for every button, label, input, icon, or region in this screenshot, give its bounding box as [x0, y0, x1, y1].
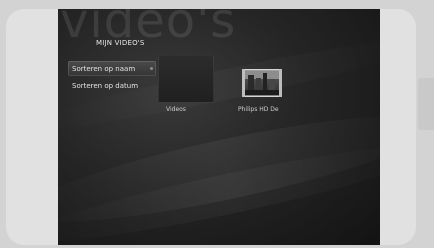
sort-by-date-button[interactable]: Sorteren op datum: [68, 78, 156, 93]
videos-folder-tile[interactable]: [158, 55, 214, 103]
sort-by-name-button[interactable]: Sorteren op naam: [68, 61, 156, 76]
section-watermark: video's: [60, 9, 237, 49]
sort-by-name-label: Sorteren op naam: [72, 64, 136, 73]
videos-folder-label: Videos: [166, 106, 186, 113]
side-handle: [418, 78, 434, 130]
page-title: MIJN VIDEO'S: [96, 39, 145, 47]
philips-hd-video-thumbnail[interactable]: [242, 69, 282, 97]
sort-menu: Sorteren op naam Sorteren op datum: [68, 61, 156, 95]
selected-indicator-icon: [150, 67, 153, 70]
sort-by-date-label: Sorteren op datum: [72, 81, 139, 90]
video-library-screen: video's MIJN VIDEO'S Sorteren op naam So…: [58, 9, 380, 245]
philips-hd-video-label: Philips HD De: [238, 106, 279, 113]
